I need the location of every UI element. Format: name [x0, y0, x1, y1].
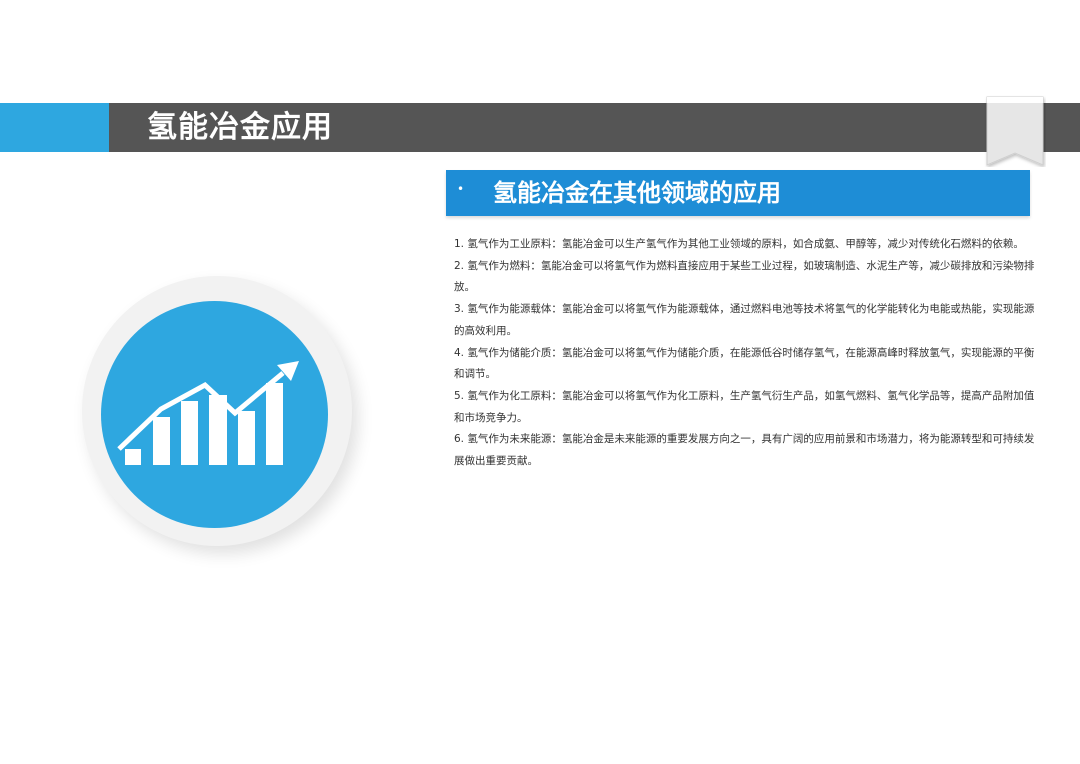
section-bullet: • [457, 182, 465, 196]
title-accent-block [0, 103, 109, 152]
list-item: 4. 氢气作为储能介质：氢能冶金可以将氢气作为储能介质，在能源低谷时储存氢气，在… [454, 346, 1035, 381]
list-item: 3. 氢气作为能源载体：氢能冶金可以将氢气作为能源载体，通过燃料电池等技术将氢气… [454, 303, 1035, 337]
list-item: 5. 氢气作为化工原料：氢能冶金可以将氢气作为化工原料，生产氢气衍生产品，如氢气… [454, 389, 1035, 424]
section-title: 氢能冶金在其他领域的应用 [493, 179, 781, 207]
bookmark-icon [986, 96, 1044, 166]
growth-chart-icon [117, 361, 299, 465]
page-title: 氢能冶金应用 [147, 110, 333, 145]
list-item: 1. 氢气作为工业原料：氢能冶金可以生产氢气作为其他工业领域的原料，如合成氨、甲… [454, 238, 1024, 250]
title-bar: 氢能冶金应用 [0, 103, 1080, 152]
list-item: 6. 氢气作为未来能源：氢能冶金是未来能源的重要发展方向之一，具有广阔的应用前景… [454, 433, 1035, 468]
list-item: 2. 氢气作为燃料：氢能冶金可以将氢气作为燃料直接应用于某些工业过程，如玻璃制造… [454, 259, 1035, 294]
section-header: • 氢能冶金在其他领域的应用 [446, 170, 1030, 216]
content-list: 1. 氢气作为工业原料：氢能冶金可以生产氢气作为其他工业领域的原料，如合成氨、甲… [454, 234, 1036, 473]
